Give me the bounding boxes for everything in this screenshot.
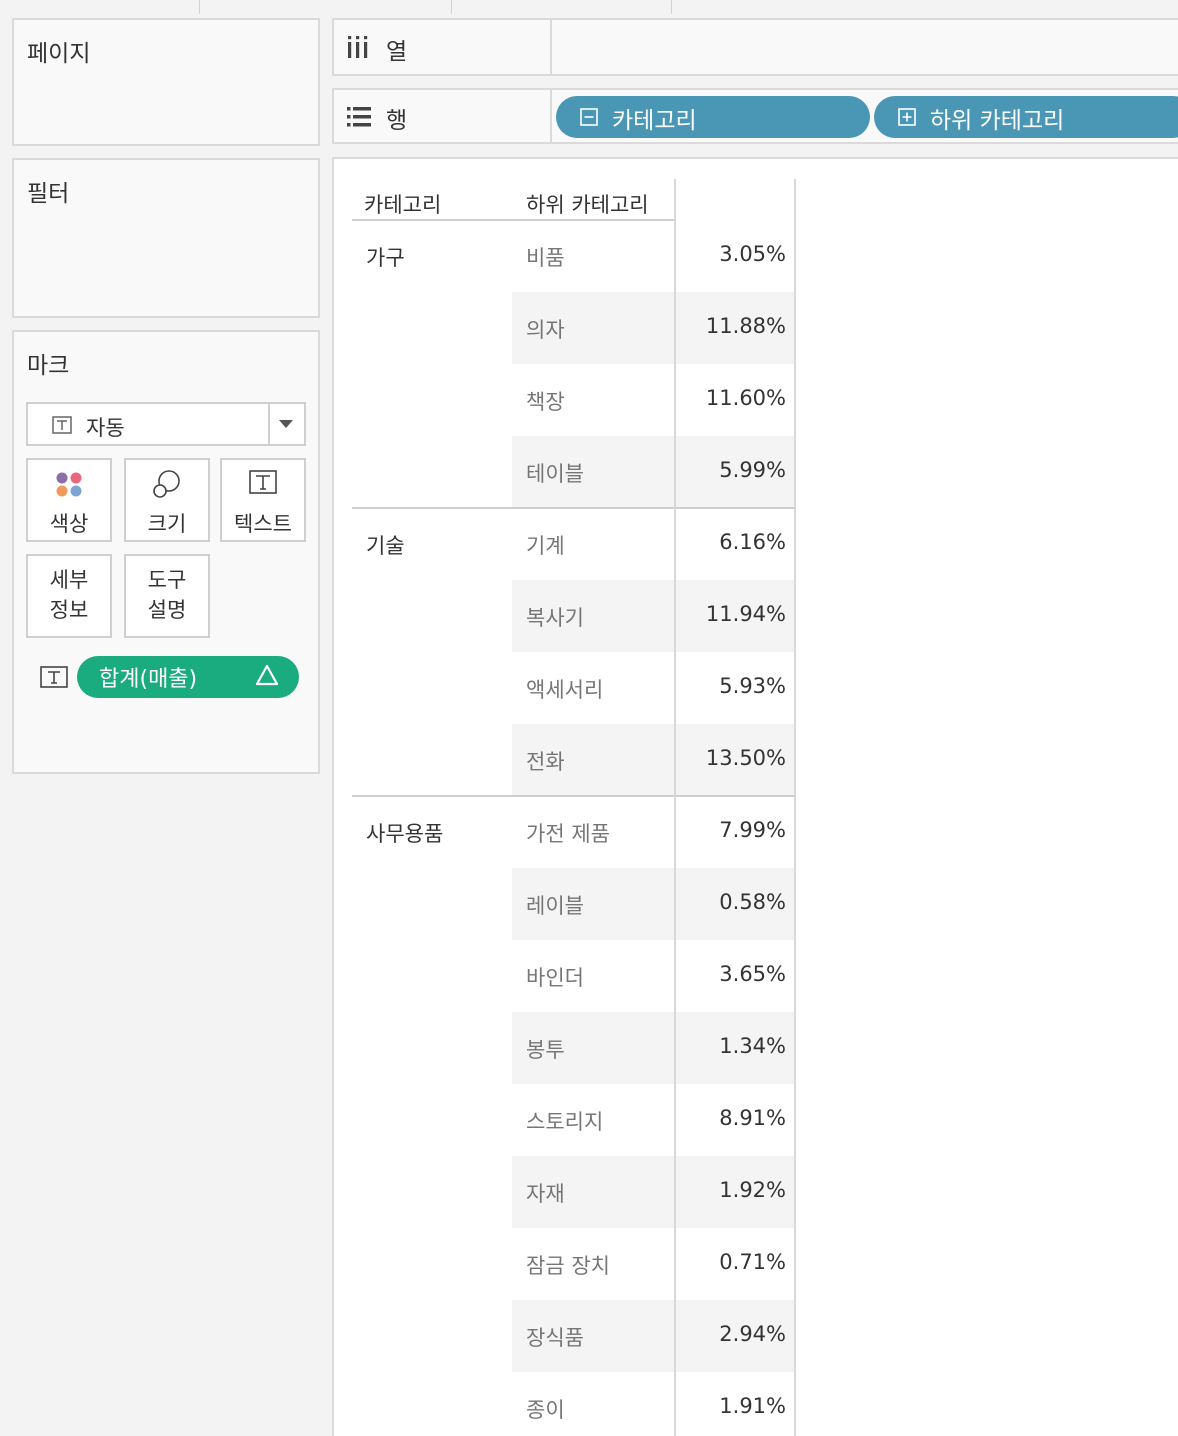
subcategory-label: 의자 bbox=[526, 318, 565, 342]
text-button[interactable]: 텍스트 bbox=[220, 458, 306, 542]
subcategory-label: 기계 bbox=[526, 534, 565, 558]
subcategory-label: 종이 bbox=[526, 1398, 565, 1422]
subcategory-label: 액세서리 bbox=[526, 678, 604, 702]
sum-sales-pill[interactable]: 합계(매출) bbox=[77, 656, 299, 698]
tooltip-button[interactable]: 도구 설명 bbox=[124, 554, 210, 638]
text-t-icon bbox=[249, 470, 277, 494]
category-label: 가구 bbox=[366, 246, 405, 270]
sales-percent-value: 5.99% bbox=[719, 458, 786, 482]
delta-icon bbox=[255, 664, 279, 686]
sales-percent-value: 8.91% bbox=[719, 1106, 786, 1130]
subcategory-label: 비품 bbox=[526, 246, 565, 270]
crosstab-table: 카테고리 하위 카테고리가구 비품 3.05% 의자 11.88% 책장 11.60% 테이블 5… bbox=[334, 159, 1178, 1436]
subcategory-label: 복사기 bbox=[526, 606, 584, 630]
category-pill[interactable]: 카테고리 bbox=[556, 96, 870, 138]
subcategory-pill-label: 하위 카테고리 bbox=[930, 108, 1065, 134]
column-header-subcategory: 하위 카테고리 bbox=[526, 193, 649, 217]
sales-percent-value: 3.05% bbox=[719, 242, 786, 266]
marks-card: 마크 자동 색상 크기 텍스트 세부 정보 도구 설명 합계(매출) bbox=[12, 330, 320, 774]
subcategory-label: 레이블 bbox=[526, 894, 584, 918]
top-toolbar-strip bbox=[0, 0, 1178, 14]
collapse-minus-icon[interactable] bbox=[580, 108, 598, 126]
sales-percent-value: 1.91% bbox=[719, 1394, 786, 1418]
category-label: 기술 bbox=[366, 534, 405, 558]
category-pill-label: 카테고리 bbox=[612, 108, 697, 134]
group-divider bbox=[352, 795, 794, 797]
sales-percent-value: 11.88% bbox=[705, 314, 786, 338]
text-mark-icon bbox=[52, 416, 72, 434]
pages-card[interactable]: 페이지 bbox=[12, 18, 320, 146]
subcategory-label: 자재 bbox=[526, 1182, 565, 1206]
category-label: 사무용품 bbox=[366, 822, 444, 846]
sales-percent-value: 1.92% bbox=[719, 1178, 786, 1202]
filters-card[interactable]: 필터 bbox=[12, 158, 320, 318]
header-divider bbox=[352, 219, 674, 221]
sales-percent-value: 2.94% bbox=[719, 1322, 786, 1346]
sales-percent-value: 1.34% bbox=[719, 1034, 786, 1058]
sales-percent-value: 7.99% bbox=[719, 818, 786, 842]
tooltip-button-label: 도구 bbox=[147, 568, 187, 592]
sales-percent-value: 13.50% bbox=[705, 746, 786, 770]
subcategory-pill[interactable]: 하위 카테고리 bbox=[874, 96, 1178, 138]
text-button-label: 텍스트 bbox=[234, 512, 292, 536]
table-right-border bbox=[794, 179, 796, 1436]
text-encoding-icon bbox=[40, 666, 68, 688]
column-header-category: 카테고리 bbox=[364, 193, 442, 217]
subcategory-label: 봉투 bbox=[526, 1038, 565, 1062]
columns-shelf[interactable]: 열 bbox=[332, 18, 1178, 76]
mark-type-label: 자동 bbox=[86, 416, 125, 440]
value-column-divider bbox=[674, 179, 676, 1436]
subcategory-label: 장식품 bbox=[526, 1326, 584, 1350]
pages-card-title: 페이지 bbox=[27, 41, 91, 67]
color-button-label: 색상 bbox=[49, 512, 89, 536]
sales-percent-value: 0.71% bbox=[719, 1250, 786, 1274]
columns-shelf-label: 열 bbox=[386, 39, 408, 65]
sales-percent-value: 3.65% bbox=[719, 962, 786, 986]
dropdown-divider bbox=[268, 404, 270, 444]
toolbar-divider bbox=[451, 0, 452, 14]
shelf-divider bbox=[550, 20, 552, 74]
shelf-divider bbox=[550, 90, 552, 142]
mark-type-dropdown[interactable]: 자동 bbox=[26, 402, 306, 446]
subcategory-label: 테이블 bbox=[526, 462, 584, 486]
sales-percent-value: 11.94% bbox=[705, 602, 786, 626]
toolbar-divider bbox=[671, 0, 672, 14]
subcategory-label: 잠금 장치 bbox=[526, 1254, 610, 1278]
detail-button-label: 세부 bbox=[49, 568, 89, 592]
group-divider bbox=[352, 507, 794, 509]
subcategory-label: 책장 bbox=[526, 390, 565, 414]
columns-icon bbox=[348, 36, 368, 58]
rows-icon bbox=[347, 107, 371, 127]
toolbar-divider bbox=[199, 0, 200, 14]
subcategory-label: 가전 제품 bbox=[526, 822, 610, 846]
color-button[interactable]: 색상 bbox=[26, 458, 112, 542]
crosstab-view[interactable]: 카테고리 하위 카테고리가구 비품 3.05% 의자 11.88% 책장 11.60% 테이블 5… bbox=[332, 157, 1178, 1436]
subcategory-label: 바인더 bbox=[526, 966, 584, 990]
size-circles-icon bbox=[153, 470, 180, 498]
chevron-down-icon bbox=[279, 420, 293, 428]
subcategory-label: 스토리지 bbox=[526, 1110, 604, 1134]
sales-percent-value: 11.60% bbox=[705, 386, 786, 410]
size-button-label: 크기 bbox=[147, 512, 187, 536]
subcategory-label: 전화 bbox=[526, 750, 565, 774]
rows-shelf[interactable]: 행 카테고리 하위 카테고리 bbox=[332, 88, 1178, 144]
sales-percent-value: 5.93% bbox=[719, 674, 786, 698]
detail-button[interactable]: 세부 정보 bbox=[26, 554, 112, 638]
tooltip-button-label-2: 설명 bbox=[147, 598, 187, 622]
sum-sales-pill-label: 합계(매출) bbox=[99, 667, 198, 692]
marks-card-title: 마크 bbox=[27, 353, 70, 379]
size-button[interactable]: 크기 bbox=[124, 458, 210, 542]
expand-plus-icon[interactable] bbox=[898, 108, 916, 126]
detail-button-label-2: 정보 bbox=[49, 598, 89, 622]
rows-shelf-label: 행 bbox=[386, 108, 408, 134]
color-dots-icon bbox=[56, 472, 82, 497]
sales-percent-value: 6.16% bbox=[719, 530, 786, 554]
filters-card-title: 필터 bbox=[27, 181, 70, 207]
sales-percent-value: 0.58% bbox=[719, 890, 786, 914]
